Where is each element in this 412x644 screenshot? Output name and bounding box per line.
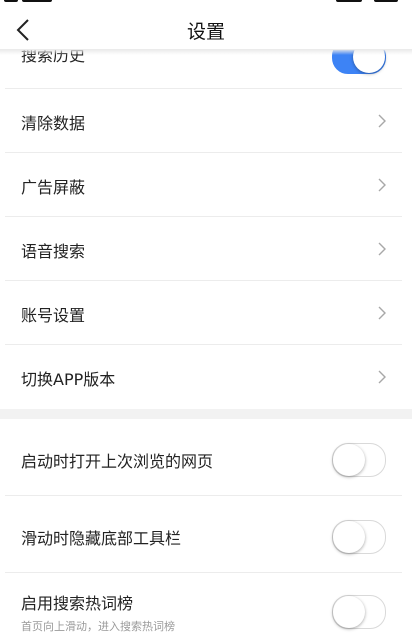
hide-toolbar-toggle[interactable] [332, 520, 386, 554]
settings-row-clear-data[interactable]: 清除数据 [0, 89, 412, 153]
hot-search-toggle[interactable] [332, 595, 386, 629]
toggle-thumb [333, 521, 365, 553]
status-bar-icon [336, 0, 362, 2]
status-bar-icon [22, 0, 52, 2]
settings-row-switch-version[interactable]: 切换APP版本 [0, 345, 412, 409]
settings-row-label: 广告屏蔽 [21, 178, 86, 197]
settings-row-label: 语音搜索 [21, 242, 86, 261]
settings-row-label: 启动时打开上次浏览的网页 [21, 452, 214, 471]
chevron-right-icon [378, 306, 386, 320]
settings-row-ad-block[interactable]: 广告屏蔽 [0, 153, 412, 217]
chevron-right-icon [378, 178, 386, 192]
settings-row-account[interactable]: 账号设置 [0, 281, 412, 345]
settings-row-hot-search: 启用搜索热词榜 首页向上滑动，进入搜索热词榜 [0, 573, 412, 644]
nav-header: 设置 [0, 8, 412, 50]
settings-row-restore-last-page: 启动时打开上次浏览的网页 [0, 419, 412, 496]
settings-row-sublabel: 首页向上滑动，进入搜索热词榜 [21, 620, 175, 633]
settings-row-label: 滑动时隐藏底部工具栏 [21, 529, 182, 548]
settings-row-label: 账号设置 [21, 306, 86, 325]
status-bar [0, 0, 412, 8]
toggle-thumb [333, 444, 365, 476]
restore-last-page-toggle[interactable] [332, 443, 386, 477]
header-shadow [0, 49, 412, 55]
toggle-thumb [333, 596, 365, 628]
settings-row-voice-search[interactable]: 语音搜索 [0, 217, 412, 281]
status-bar-icon [4, 0, 18, 2]
section-separator [0, 409, 412, 419]
chevron-right-icon [378, 370, 386, 384]
settings-row-label: 启用搜索热词榜 [21, 594, 134, 613]
page-title: 设置 [186, 21, 225, 43]
chevron-right-icon [378, 242, 386, 256]
settings-row-label: 清除数据 [21, 114, 86, 133]
settings-row-hide-toolbar: 滑动时隐藏底部工具栏 [0, 496, 412, 573]
settings-row-label: 切换APP版本 [21, 370, 116, 389]
settings-row-search-history: 搜索历史 [0, 50, 412, 89]
chevron-right-icon [378, 114, 386, 128]
battery-icon [374, 0, 398, 2]
settings-list: 搜索历史 清除数据 广告屏蔽 语音搜索 账号设置 切换APP版本 启动时打开上次… [0, 50, 412, 644]
